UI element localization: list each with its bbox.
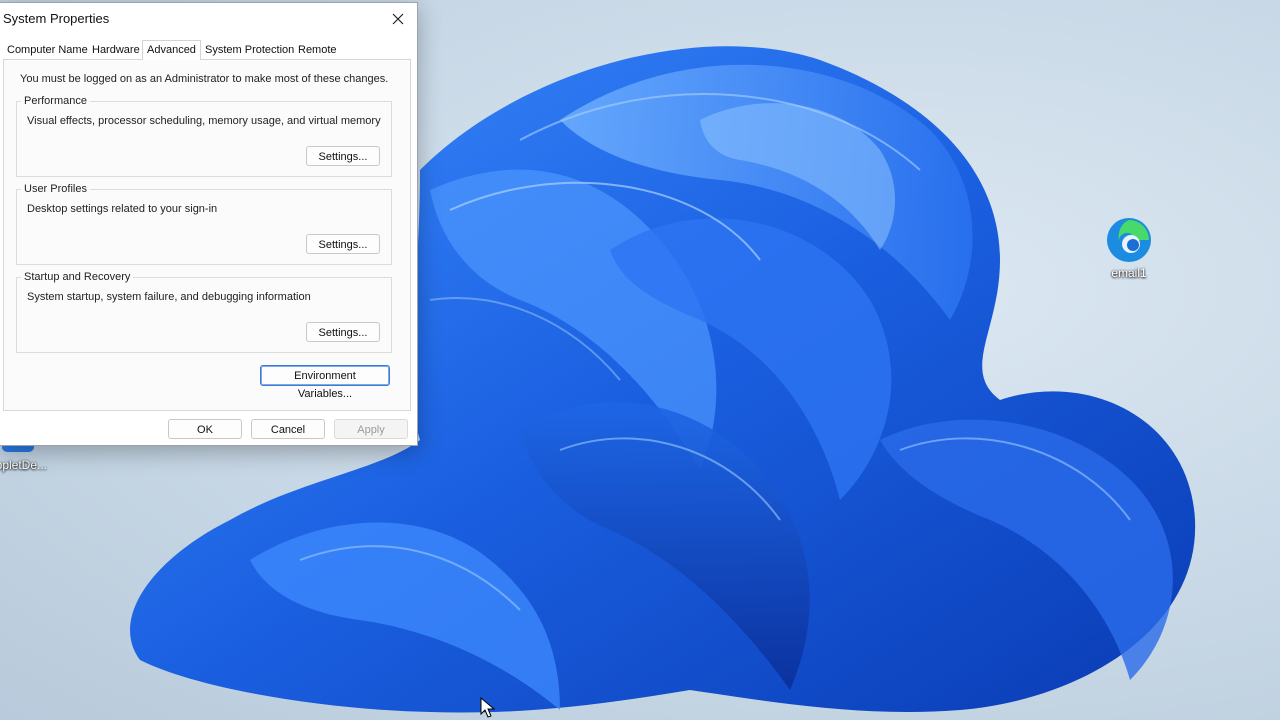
tab-remote[interactable]: Remote <box>294 42 341 58</box>
mouse-cursor-icon <box>480 697 496 718</box>
user-profiles-settings-button[interactable]: Settings... <box>306 234 380 254</box>
dialog-title: System Properties <box>3 11 110 26</box>
system-properties-dialog: System Properties Computer Name Hardware… <box>0 2 418 446</box>
desktop-icon-label: email1 <box>1111 266 1147 280</box>
admin-note: You must be logged on as an Administrato… <box>20 73 389 85</box>
apply-button[interactable]: Apply <box>334 419 408 439</box>
environment-variables-button[interactable]: Environment Variables... <box>260 365 390 400</box>
tab-computer-name[interactable]: Computer Name <box>3 42 92 58</box>
desktop: email1 appletDe... System Properties Com… <box>0 0 1280 720</box>
user-profiles-label: User Profiles <box>21 183 90 195</box>
startup-recovery-description: System startup, system failure, and debu… <box>27 291 311 303</box>
startup-recovery-settings-button[interactable]: Settings... <box>306 322 380 342</box>
startup-recovery-group: Startup and Recovery System startup, sys… <box>16 271 392 353</box>
user-profiles-description: Desktop settings related to your sign-in <box>27 203 218 215</box>
performance-label: Performance <box>21 95 90 107</box>
user-profiles-group: User Profiles Desktop settings related t… <box>16 183 392 265</box>
performance-group: Performance Visual effects, processor sc… <box>16 95 392 177</box>
close-icon <box>392 13 404 25</box>
performance-settings-button[interactable]: Settings... <box>306 146 380 166</box>
cancel-button[interactable]: Cancel <box>251 419 325 439</box>
tab-advanced[interactable]: Advanced <box>142 40 201 60</box>
tab-strip: Computer Name Hardware Advanced System P… <box>3 40 413 60</box>
close-button[interactable] <box>383 5 413 33</box>
advanced-tab-panel: You must be logged on as an Administrato… <box>3 59 411 411</box>
title-bar[interactable]: System Properties <box>0 3 417 35</box>
desktop-icon-email1[interactable]: email1 <box>1089 216 1169 280</box>
desktop-icon-label: appletDe... <box>0 458 48 472</box>
tab-system-protection[interactable]: System Protection <box>201 42 298 58</box>
startup-recovery-label: Startup and Recovery <box>21 271 134 283</box>
edge-icon <box>1107 218 1151 262</box>
tab-hardware[interactable]: Hardware <box>88 42 144 58</box>
performance-description: Visual effects, processor scheduling, me… <box>27 115 381 127</box>
ok-button[interactable]: OK <box>168 419 242 439</box>
